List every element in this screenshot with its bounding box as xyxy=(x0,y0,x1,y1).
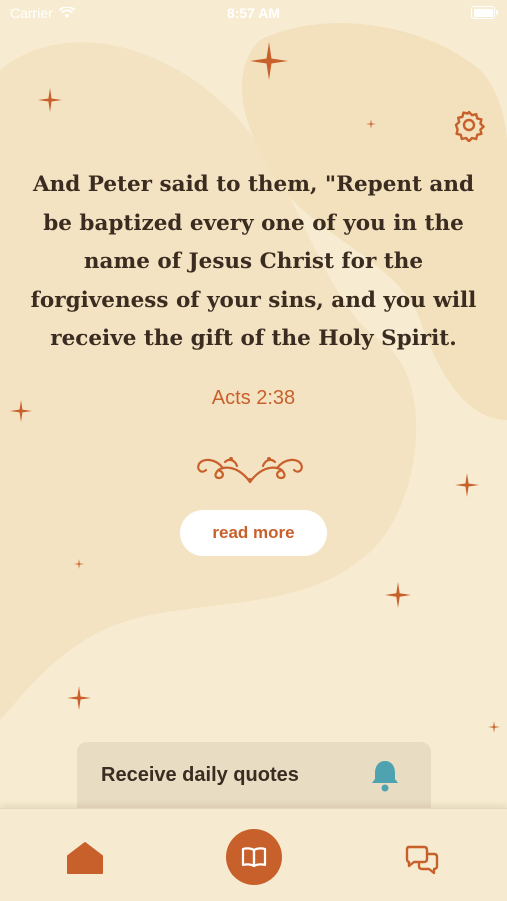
verse-text: And Peter said to them, "Repent and be b… xyxy=(30,172,477,351)
sparkle-icon xyxy=(488,721,500,733)
book-icon xyxy=(241,847,267,868)
chat-icon xyxy=(405,845,439,875)
sparkle-icon xyxy=(250,42,288,80)
daily-quotes-card[interactable]: Receive daily quotes xyxy=(77,742,431,812)
sparkle-icon xyxy=(67,686,91,710)
sparkle-icon xyxy=(455,473,479,497)
battery-icon xyxy=(471,6,498,19)
tab-bar xyxy=(0,808,507,901)
bell-icon[interactable] xyxy=(370,759,400,793)
status-time: 8:57 AM xyxy=(226,5,281,21)
sparkle-icon xyxy=(38,88,62,112)
tab-chat[interactable] xyxy=(404,841,440,877)
sparkle-icon xyxy=(366,119,376,129)
gear-icon xyxy=(454,110,485,143)
settings-button[interactable] xyxy=(452,108,486,143)
daily-quotes-label: Receive daily quotes xyxy=(101,764,299,786)
tab-home[interactable] xyxy=(66,841,104,875)
tab-book[interactable] xyxy=(226,829,282,885)
status-bar: Carrier 8:57 AM xyxy=(0,0,507,28)
ornament-divider-icon xyxy=(197,457,303,484)
sparkle-icon xyxy=(385,582,411,608)
home-icon xyxy=(67,842,103,874)
sparkle-icon xyxy=(74,559,84,569)
verse-reference: Acts 2:38 xyxy=(211,387,296,409)
read-more-button[interactable]: read more xyxy=(180,510,327,556)
